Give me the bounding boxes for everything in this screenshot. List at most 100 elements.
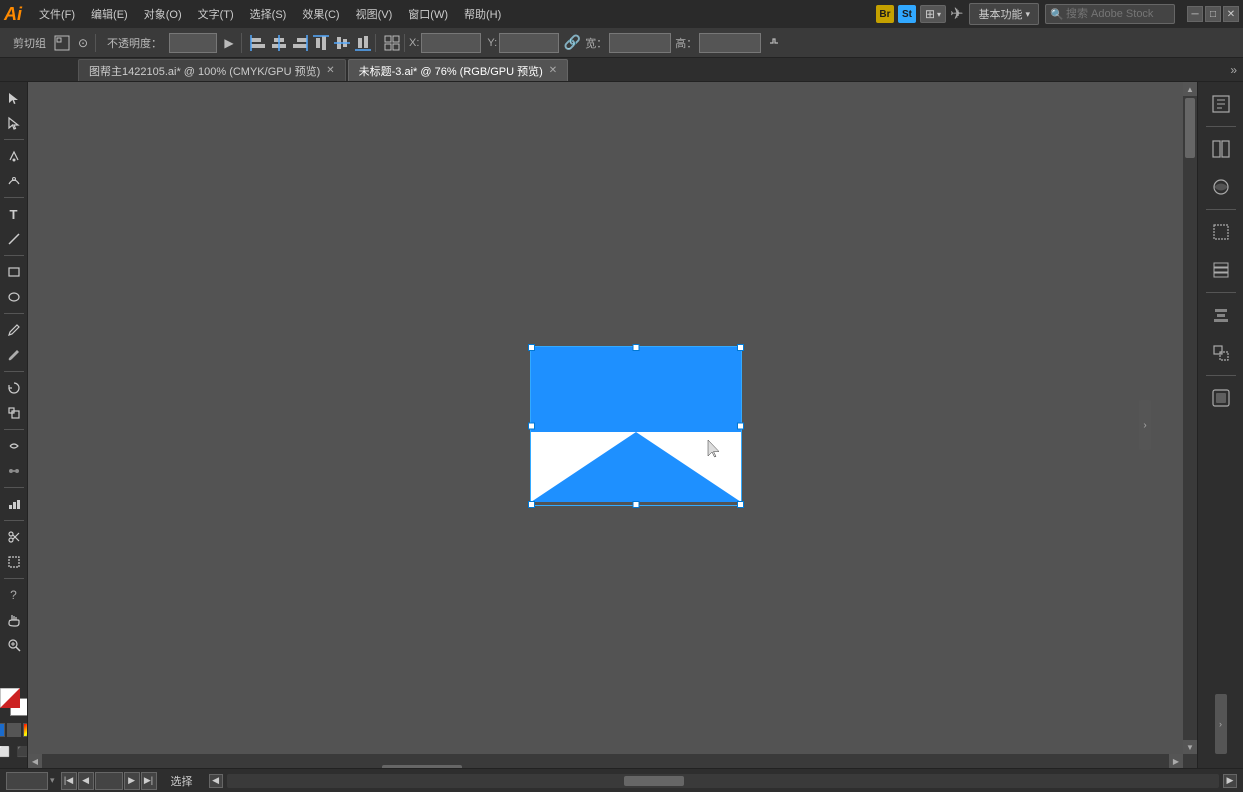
scroll-down-btn[interactable]: ▼ <box>1183 740 1197 754</box>
pencil-tool-btn[interactable] <box>1 318 27 342</box>
brush-tool-btn[interactable] <box>1 343 27 367</box>
panel-btn-artboards[interactable] <box>1203 214 1239 250</box>
blend-tool-btn[interactable] <box>1 459 27 483</box>
width-input[interactable]: 268.976 <box>609 33 671 53</box>
tool-separator-7 <box>4 487 24 488</box>
panel-btn-appearance[interactable] <box>1203 169 1239 205</box>
nav-next-btn[interactable]: ▶ <box>124 772 140 790</box>
nav-prev-btn[interactable]: ◀ <box>78 772 94 790</box>
panel-btn-layers[interactable] <box>1203 252 1239 288</box>
close-button[interactable]: ✕ <box>1223 6 1239 22</box>
grid-icon[interactable] <box>383 34 401 52</box>
workspace-button[interactable]: 基本功能 ▾ <box>969 3 1039 25</box>
stock-icon[interactable]: St <box>898 5 916 23</box>
scissors-tool-btn[interactable] <box>1 525 27 549</box>
opacity-input[interactable]: 100% <box>169 33 217 53</box>
type-tool-btn[interactable]: T <box>1 202 27 226</box>
zoom-tool-btn[interactable] <box>1 633 27 657</box>
selection-tool-btn[interactable] <box>1 86 27 110</box>
question-btn[interactable]: ? <box>1 583 27 607</box>
pen-tool-btn[interactable] <box>1 144 27 168</box>
menu-item-edit[interactable]: 编辑(E) <box>84 4 135 24</box>
curvature-tool-btn[interactable] <box>1 169 27 193</box>
fill-color-box[interactable] <box>0 688 20 708</box>
app-logo: Ai <box>4 5 22 23</box>
panel-collapse-btn[interactable]: › <box>1139 400 1151 450</box>
scroll-up-btn[interactable]: ▲ <box>1183 82 1197 96</box>
handle-bl[interactable] <box>528 501 535 508</box>
minimize-button[interactable]: ─ <box>1187 6 1203 22</box>
menu-item-file[interactable]: 文件(F) <box>32 4 82 24</box>
search-input[interactable] <box>1045 4 1175 24</box>
tab-file2-close[interactable]: ✕ <box>549 66 557 76</box>
artboard-tool-btn[interactable] <box>1 550 27 574</box>
scroll-thumb-h[interactable] <box>382 765 462 768</box>
link-proportions-icon[interactable]: 🔗 <box>563 34 581 52</box>
y-input[interactable]: 421.306 <box>499 33 559 53</box>
column-graph-btn[interactable] <box>1 492 27 516</box>
align-middle-icon[interactable] <box>333 34 351 52</box>
draw-normal-icon[interactable]: ⬜ <box>0 744 12 760</box>
artwork-svg[interactable] <box>531 347 741 502</box>
nav-first-btn[interactable]: |◀ <box>61 772 77 790</box>
restore-button[interactable]: □ <box>1205 6 1221 22</box>
opacity-more-icon[interactable]: ▶ <box>220 34 238 52</box>
menu-item-view[interactable]: 视图(V) <box>349 4 400 24</box>
scroll-right-btn[interactable]: ▶ <box>1169 754 1183 768</box>
nav-last-btn[interactable]: ▶| <box>141 772 157 790</box>
align-center-icon[interactable] <box>270 34 288 52</box>
page-input[interactable]: 1 <box>95 772 123 790</box>
scale-tool-btn[interactable] <box>1 401 27 425</box>
align-right-icon[interactable] <box>291 34 309 52</box>
direct-selection-tool-btn[interactable] <box>1 111 27 135</box>
panel-btn-cc-libraries[interactable] <box>1203 380 1239 416</box>
send-icon[interactable]: ✈ <box>950 4 963 24</box>
color-swatch-blue[interactable] <box>0 723 5 737</box>
menu-item-select[interactable]: 选择(S) <box>243 4 294 24</box>
tab-file1-close[interactable]: ✕ <box>326 66 334 76</box>
rectangle-tool-btn[interactable] <box>1 260 27 284</box>
panel-btn-transform[interactable] <box>1203 335 1239 371</box>
align-bottom-icon[interactable] <box>354 34 372 52</box>
color-swatch-gray[interactable] <box>7 723 21 737</box>
tabs-collapse-icon[interactable]: » <box>1224 63 1243 77</box>
status-scroll-thumb[interactable] <box>624 776 684 786</box>
warp-tool-btn[interactable] <box>1 434 27 458</box>
status-scroll-track[interactable] <box>227 774 1219 788</box>
status-scroll-left[interactable]: ◀ <box>209 774 223 788</box>
menu-item-text[interactable]: 文字(T) <box>191 4 241 24</box>
menu-item-window[interactable]: 窗口(W) <box>401 4 455 24</box>
cut-group-icon[interactable] <box>53 34 71 52</box>
zoom-dropdown-icon[interactable]: ▾ <box>50 775 55 786</box>
handle-bm[interactable] <box>632 501 639 508</box>
scroll-thumb-v[interactable] <box>1185 98 1195 158</box>
panel-btn-libraries[interactable] <box>1203 131 1239 167</box>
hand-tool-btn[interactable] <box>1 608 27 632</box>
align-left-icon[interactable] <box>249 34 267 52</box>
zoom-input[interactable]: 76% <box>6 772 48 790</box>
tab-file2[interactable]: 未标题-3.ai* @ 76% (RGB/GPU 预览) ✕ <box>348 59 569 81</box>
panel-btn-align[interactable] <box>1203 297 1239 333</box>
panel-sep-2 <box>1206 209 1236 210</box>
line-tool-btn[interactable] <box>1 227 27 251</box>
menu-item-effect[interactable]: 效果(C) <box>295 4 346 24</box>
tab-file1[interactable]: 图帮主1422105.ai* @ 100% (CMYK/GPU 预览) ✕ <box>78 59 346 81</box>
rotate-tool-btn[interactable] <box>1 376 27 400</box>
handle-br[interactable] <box>737 501 744 508</box>
panel-btn-properties[interactable] <box>1203 86 1239 122</box>
ellipse-tool-btn[interactable] <box>1 285 27 309</box>
scroll-left-btn[interactable]: ◀ <box>28 754 42 768</box>
draw-behind-icon[interactable]: ⬛ <box>15 744 28 760</box>
bridge-icon[interactable]: Br <box>876 5 894 23</box>
x-input[interactable]: 297.601 <box>421 33 481 53</box>
constrain-icon[interactable] <box>765 34 783 52</box>
menu-item-help[interactable]: 帮助(H) <box>457 4 508 24</box>
align-top-icon[interactable] <box>312 34 330 52</box>
panel-collapse-handle[interactable]: › <box>1215 694 1227 754</box>
scroll-track-v[interactable] <box>1183 96 1197 740</box>
status-scroll-right[interactable]: ▶ <box>1223 774 1237 788</box>
height-input[interactable]: 192.615 <box>699 33 761 53</box>
menu-item-object[interactable]: 对象(O) <box>137 4 189 24</box>
grid-view-btn[interactable]: ⊞ ▾ <box>920 5 946 23</box>
isolate-group-icon[interactable]: ⊙ <box>74 34 92 52</box>
